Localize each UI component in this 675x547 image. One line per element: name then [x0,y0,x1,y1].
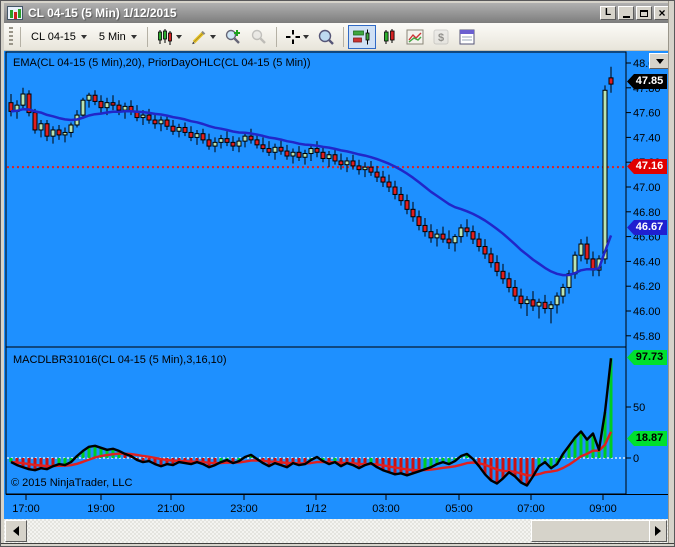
line-chart-icon [406,29,424,44]
scrollbar-thumb[interactable] [531,520,653,542]
chevron-down-icon [130,34,137,39]
dollar-icon: $ [433,29,449,44]
window-frame [668,1,674,546]
candlestick-style-icon [157,28,172,45]
svg-text:0: 0 [633,453,639,465]
chevron-down-icon [655,58,664,64]
chevron-down-icon [80,34,87,39]
window-frame [1,1,4,546]
price-chart[interactable]: 48.0047.8047.6047.4047.2047.0046.8046.60… [4,51,668,519]
chevron-down-icon [209,34,216,39]
horizontal-scrollbar[interactable] [4,519,668,543]
cursor-button[interactable] [281,26,313,48]
window-chart-icon [7,6,23,20]
window-title: CL 04-15 (5 Min) 1/12/2015 [28,6,177,20]
window-frame [1,543,674,546]
instrument-selector[interactable]: CL 04-15 [25,28,93,46]
market-analyzer-button[interactable] [376,25,402,49]
chevron-down-icon [175,34,182,39]
ema-value-badge: 46.67 [627,220,667,235]
svg-text:47.40: 47.40 [633,132,661,144]
svg-text:46.20: 46.20 [633,281,661,293]
scroll-left-button[interactable] [5,520,27,542]
toolbar-grip[interactable] [9,26,13,47]
maximize-button[interactable] [636,6,652,20]
svg-text:07:00: 07:00 [517,503,545,515]
interval-selector[interactable]: 5 Min [93,28,143,46]
close-icon: × [658,5,666,20]
svg-text:17:00: 17:00 [12,503,40,515]
macd-value-badge: 97.73 [627,350,667,365]
svg-text:45.80: 45.80 [633,331,661,343]
separator [20,26,21,47]
chevron-down-icon [302,34,309,39]
chart-trader-icon [352,29,370,44]
minimize-icon [622,15,630,18]
svg-text:03:00: 03:00 [372,503,400,515]
account-performance-button[interactable]: $ [428,25,454,49]
separator [275,26,277,47]
last-price-badge: 47.85 [627,74,667,89]
svg-text:$: $ [438,32,444,44]
scroll-right-button[interactable] [649,520,667,542]
svg-text:21:00: 21:00 [157,503,185,515]
macd-signal-badge: 18.87 [627,431,667,446]
properties-panel-icon [459,29,475,44]
separator [342,26,344,47]
crosshair-icon [285,29,300,44]
svg-text:47.60: 47.60 [633,108,661,120]
maximize-icon [640,9,648,17]
interval-label: 5 Min [98,30,126,43]
arrow-left-icon [13,526,19,536]
zoom-in-icon [225,29,240,44]
instrument-label: CL 04-15 [31,30,76,43]
svg-text:05:00: 05:00 [445,503,473,515]
svg-text:19:00: 19:00 [87,503,115,515]
pencil-icon [191,30,206,44]
window-frame [1,1,674,3]
svg-text:46.80: 46.80 [633,207,661,219]
toolbar: CL 04-15 5 Min $ [4,23,673,51]
properties-button[interactable] [454,25,480,49]
chart-style-button[interactable] [152,25,186,49]
panel1-indicator-label: EMA(CL 04-15 (5 Min),20), PriorDayOHLC(C… [13,57,311,69]
price-axis-dropdown-button[interactable] [649,53,670,69]
prior-close-badge: 47.16 [627,159,667,174]
chart-window: CL 04-15 (5 Min) 1/12/2015 L × CL 04-15 … [0,0,675,547]
svg-text:09:00: 09:00 [589,503,617,515]
svg-text:46.00: 46.00 [633,306,661,318]
candles-icon [383,28,395,44]
svg-text:23:00: 23:00 [230,503,258,515]
svg-text:50: 50 [633,402,645,414]
zoom-out-button[interactable] [246,25,272,49]
svg-text:1/12: 1/12 [305,503,326,515]
link-button[interactable]: L [600,6,616,20]
chart-type-button[interactable] [402,25,428,49]
chart-trader-button[interactable] [347,24,376,49]
zoom-out-icon [251,29,266,44]
titlebar[interactable]: CL 04-15 (5 Min) 1/12/2015 L × [4,3,673,23]
magnifier-icon [318,29,334,45]
minimize-button[interactable] [618,6,634,20]
panel2-indicator-label: MACDLBR31016(CL 04-15 (5 Min),3,16,10) [13,354,227,366]
data-box-button[interactable] [313,25,339,49]
svg-text:47.00: 47.00 [633,182,661,194]
drawing-tools-button[interactable] [186,25,220,49]
arrow-right-icon [655,526,661,536]
zoom-in-button[interactable] [220,25,246,49]
svg-text:46.40: 46.40 [633,256,661,268]
separator [146,26,148,47]
copyright-text: © 2015 NinjaTrader, LLC [11,477,133,489]
